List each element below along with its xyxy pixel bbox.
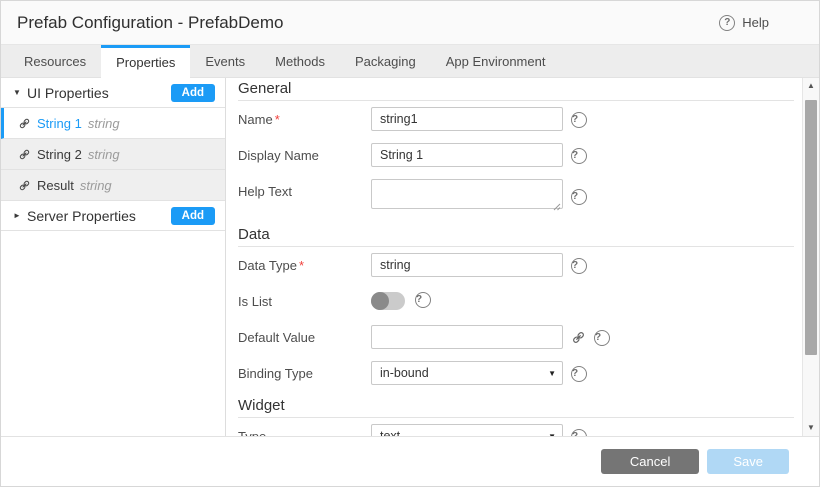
binding-type-select[interactable]: in-bound ▼	[371, 361, 563, 385]
prefab-configuration-dialog: Prefab Configuration - PrefabDemo ? Help…	[0, 0, 820, 487]
is-list-label: Is List	[238, 289, 371, 309]
link-icon	[18, 148, 31, 161]
required-asterisk: *	[275, 112, 280, 127]
item-type: string	[80, 178, 112, 193]
help-text-label: Help Text	[238, 179, 371, 199]
tab-properties[interactable]: Properties	[101, 45, 190, 78]
tab-resources[interactable]: Resources	[9, 45, 101, 78]
sidebar-filler	[1, 231, 225, 436]
link-icon	[18, 117, 31, 130]
data-type-input[interactable]	[371, 253, 563, 277]
is-list-row: Is List ?	[238, 289, 794, 313]
bind-link-icon[interactable]	[571, 330, 586, 345]
scroll-up-icon[interactable]: ▲	[807, 78, 815, 94]
link-icon	[18, 179, 31, 192]
name-label: Name*	[238, 107, 371, 127]
ui-properties-label: UI Properties	[27, 85, 109, 101]
help-icon[interactable]: ?	[571, 258, 587, 274]
item-name: String 1	[37, 116, 82, 131]
item-type: string	[88, 116, 120, 131]
help-icon[interactable]: ?	[571, 429, 587, 437]
chevron-right-icon: ►	[13, 211, 27, 220]
section-general: General	[238, 80, 794, 101]
help-icon[interactable]: ?	[571, 112, 587, 128]
help-label: Help	[742, 15, 769, 30]
binding-type-value: in-bound	[380, 366, 429, 380]
section-data: Data	[238, 226, 794, 247]
section-widget: Widget	[238, 397, 794, 418]
properties-sidebar: ▼ UI Properties Add String 1 string Stri…	[1, 78, 226, 436]
help-icon[interactable]: ?	[571, 189, 587, 205]
item-name: String 2	[37, 147, 82, 162]
sidebar-item-string2[interactable]: String 2 string	[1, 139, 225, 170]
is-list-toggle[interactable]	[371, 292, 405, 310]
dialog-body: ▼ UI Properties Add String 1 string Stri…	[1, 78, 819, 436]
tab-packaging[interactable]: Packaging	[340, 45, 431, 78]
help-icon[interactable]: ?	[571, 366, 587, 382]
dialog-footer: Cancel Save	[1, 436, 819, 486]
default-value-input[interactable]	[371, 325, 563, 349]
widget-type-select[interactable]: text ▼	[371, 424, 563, 436]
server-properties-group-header[interactable]: ► Server Properties Add	[1, 201, 225, 231]
name-input[interactable]	[371, 107, 563, 131]
item-name: Result	[37, 178, 74, 193]
help-link[interactable]: ? Help	[719, 15, 769, 31]
cancel-button[interactable]: Cancel	[601, 449, 699, 474]
required-asterisk: *	[299, 258, 304, 273]
help-icon[interactable]: ?	[415, 292, 431, 308]
dialog-title: Prefab Configuration - PrefabDemo	[17, 13, 283, 33]
widget-type-row: Type text ▼ ?	[238, 424, 794, 436]
display-name-label: Display Name	[238, 143, 371, 163]
tab-app-environment[interactable]: App Environment	[431, 45, 561, 78]
widget-type-value: text	[380, 429, 400, 436]
help-icon[interactable]: ?	[594, 330, 610, 346]
data-type-label: Data Type*	[238, 253, 371, 273]
name-row: Name* ?	[238, 107, 794, 131]
toggle-knob-icon	[371, 292, 389, 310]
scrollbar-thumb[interactable]	[805, 100, 817, 355]
add-ui-property-button[interactable]: Add	[171, 84, 215, 102]
save-button[interactable]: Save	[707, 449, 789, 474]
item-type: string	[88, 147, 120, 162]
add-server-property-button[interactable]: Add	[171, 207, 215, 225]
help-text-row: Help Text ?	[238, 179, 794, 214]
default-value-row: Default Value ?	[238, 325, 794, 349]
display-name-row: Display Name ?	[238, 143, 794, 167]
help-icon: ?	[719, 15, 735, 31]
property-form: General Name* ? Display Name ? Help Text	[226, 78, 802, 436]
tab-events[interactable]: Events	[190, 45, 260, 78]
widget-type-label: Type	[238, 424, 371, 436]
ui-properties-group-header[interactable]: ▼ UI Properties Add	[1, 78, 225, 108]
help-icon[interactable]: ?	[571, 148, 587, 164]
default-value-label: Default Value	[238, 325, 371, 345]
chevron-down-icon: ▼	[13, 88, 27, 97]
sidebar-item-string1[interactable]: String 1 string	[1, 108, 225, 139]
binding-type-row: Binding Type in-bound ▼ ?	[238, 361, 794, 385]
help-text-input[interactable]	[371, 179, 563, 209]
server-properties-label: Server Properties	[27, 208, 136, 224]
display-name-input[interactable]	[371, 143, 563, 167]
tab-bar: Resources Properties Events Methods Pack…	[1, 45, 819, 78]
data-type-row: Data Type* ?	[238, 253, 794, 277]
dialog-header: Prefab Configuration - PrefabDemo ? Help	[1, 1, 819, 45]
dropdown-arrow-icon: ▼	[548, 369, 556, 378]
scroll-down-icon[interactable]: ▼	[807, 420, 815, 436]
sidebar-item-result[interactable]: Result string	[1, 170, 225, 201]
tab-methods[interactable]: Methods	[260, 45, 340, 78]
vertical-scrollbar[interactable]: ▲ ▼	[802, 78, 819, 436]
binding-type-label: Binding Type	[238, 361, 371, 381]
